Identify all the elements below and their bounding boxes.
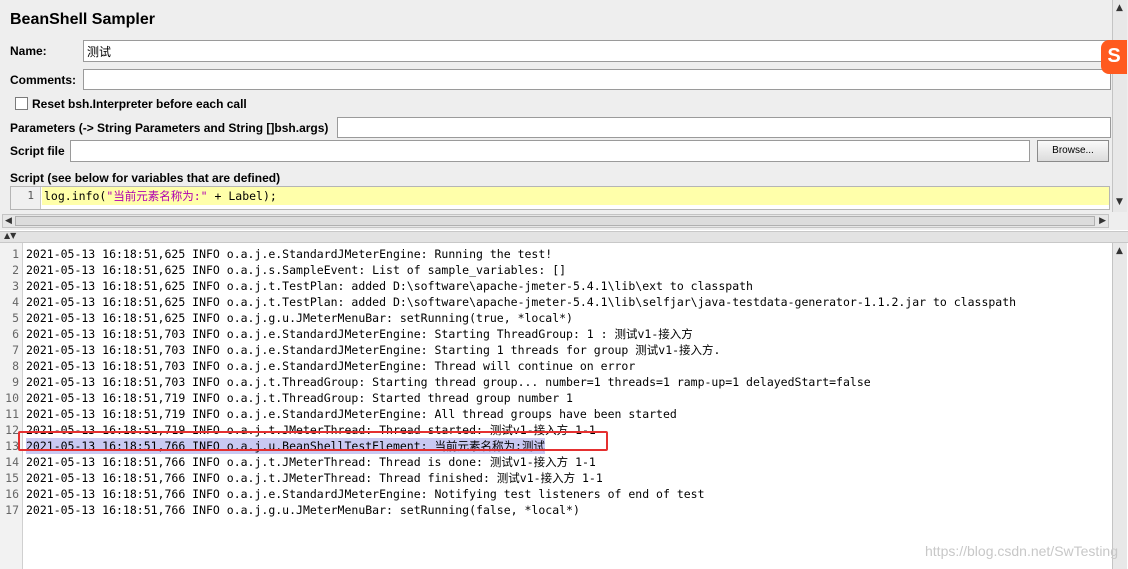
log-line-text: 2021-05-13 16:18:51,766 INFO o.a.j.t.JMe… (26, 471, 603, 485)
log-line-number: 6 (12, 327, 19, 341)
log-line-number: 14 (5, 455, 19, 469)
log-line[interactable]: 14 2021-05-13 16:18:51,766 INFO o.a.j.t.J… (0, 454, 1112, 470)
script-code-string: "当前元素名称为:" (106, 189, 208, 203)
log-line[interactable]: 6 2021-05-13 16:18:51,703 INFO o.a.j.e.St… (0, 326, 1112, 342)
log-line[interactable]: 9 2021-05-13 16:18:51,703 INFO o.a.j.t.Th… (0, 374, 1112, 390)
log-line-number: 1 (12, 247, 19, 261)
script-label: Script (see below for variables that are… (10, 171, 281, 185)
highlight-annotation (18, 431, 608, 451)
comments-label: Comments: (10, 73, 77, 87)
log-line-number: 11 (5, 407, 19, 421)
log-line-text: 2021-05-13 16:18:51,625 INFO o.a.j.t.Tes… (26, 279, 753, 293)
sogou-ime-icon[interactable]: S (1101, 40, 1127, 74)
log-line-number: 2 (12, 263, 19, 277)
log-line-number: 16 (5, 487, 19, 501)
log-line-number: 3 (12, 279, 19, 293)
script-file-input[interactable] (70, 140, 1030, 162)
log-line[interactable]: 7 2021-05-13 16:18:51,703 INFO o.a.j.e.St… (0, 342, 1112, 358)
log-line[interactable]: 10 2021-05-13 16:18:51,719 INFO o.a.j.t.T… (0, 390, 1112, 406)
name-input[interactable]: 测试 (83, 40, 1111, 62)
reset-label: Reset bsh.Interpreter before each call (32, 97, 247, 111)
script-editor[interactable]: 1 log.info("当前元素名称为:" + Label); (10, 186, 1110, 210)
log-line[interactable]: 8 2021-05-13 16:18:51,703 INFO o.a.j.e.St… (0, 358, 1112, 374)
log-line-text: 2021-05-13 16:18:51,719 INFO o.a.j.t.Thr… (26, 391, 573, 405)
log-panel: 1 2021-05-13 16:18:51,625 INFO o.a.j.e.St… (0, 243, 1112, 569)
scroll-left-icon[interactable]: ◀ (5, 215, 12, 227)
log-line[interactable]: 2 2021-05-13 16:18:51,625 INFO o.a.j.s.Sa… (0, 262, 1112, 278)
script-line[interactable]: log.info("当前元素名称为:" + Label); (42, 187, 1109, 205)
log-line-number: 5 (12, 311, 19, 325)
watermark: https://blog.csdn.net/SwTesting (925, 543, 1118, 559)
log-line-number: 7 (12, 343, 19, 357)
log-line[interactable]: 1 2021-05-13 16:18:51,625 INFO o.a.j.e.St… (0, 246, 1112, 262)
log-line-text: 2021-05-13 16:18:51,625 INFO o.a.j.s.Sam… (26, 263, 567, 277)
log-line-number: 17 (5, 503, 19, 517)
log-line[interactable]: 3 2021-05-13 16:18:51,625 INFO o.a.j.t.Te… (0, 278, 1112, 294)
log-line-number: 12 (5, 423, 19, 437)
log-line-number: 13 (5, 439, 19, 453)
log-line[interactable]: 16 2021-05-13 16:18:51,766 INFO o.a.j.e.S… (0, 486, 1112, 502)
parameters-input[interactable] (337, 117, 1111, 138)
scroll-thumb[interactable] (15, 216, 1095, 226)
log-line-text: 2021-05-13 16:18:51,625 INFO o.a.j.g.u.J… (26, 311, 573, 325)
log-line-text: 2021-05-13 16:18:51,766 INFO o.a.j.t.JMe… (26, 455, 596, 469)
log-line[interactable]: 4 2021-05-13 16:18:51,625 INFO o.a.j.t.Te… (0, 294, 1112, 310)
script-line-number: 1 (11, 187, 41, 209)
panel-title: BeanShell Sampler (10, 11, 155, 28)
log-line[interactable]: 5 2021-05-13 16:18:51,625 INFO o.a.j.g.u.… (0, 310, 1112, 326)
collapse-up-icon[interactable]: ▲▼ (4, 230, 16, 242)
parameters-label: Parameters (-> String Parameters and Str… (10, 121, 329, 135)
log-line[interactable]: 11 2021-05-13 16:18:51,719 INFO o.a.j.e.S… (0, 406, 1112, 422)
log-line-number: 10 (5, 391, 19, 405)
beanshell-sampler-panel: BeanShell Sampler Name: 测试 Comments: Res… (0, 0, 1128, 230)
log-vertical-scrollbar[interactable]: ▲ (1112, 243, 1127, 569)
script-file-label: Script file (10, 144, 65, 158)
log-line-number: 9 (12, 375, 19, 389)
script-code-suffix: + Label); (207, 189, 277, 203)
scroll-up-icon[interactable]: ▲ (1116, 2, 1123, 14)
log-line-text: 2021-05-13 16:18:51,703 INFO o.a.j.e.Sta… (26, 327, 693, 341)
log-line[interactable]: 15 2021-05-13 16:18:51,766 INFO o.a.j.t.J… (0, 470, 1112, 486)
script-code-prefix: log.info( (44, 189, 107, 203)
log-line-number: 4 (12, 295, 19, 309)
reset-checkbox[interactable] (15, 97, 28, 110)
log-scroll-up-icon[interactable]: ▲ (1116, 245, 1123, 257)
log-line-number: 15 (5, 471, 19, 485)
log-line-text: 2021-05-13 16:18:51,703 INFO o.a.j.e.Sta… (26, 359, 636, 373)
panel-vertical-scrollbar[interactable]: ▲ ▼ (1112, 0, 1127, 212)
log-line-number: 8 (12, 359, 19, 373)
log-line-text: 2021-05-13 16:18:51,703 INFO o.a.j.t.Thr… (26, 375, 871, 389)
log-line-text: 2021-05-13 16:18:51,719 INFO o.a.j.e.Sta… (26, 407, 677, 421)
log-line-text: 2021-05-13 16:18:51,625 INFO o.a.j.e.Sta… (26, 247, 553, 261)
script-horizontal-scrollbar[interactable]: ◀ ▶ (2, 214, 1109, 228)
browse-button[interactable]: Browse... (1037, 140, 1109, 162)
scroll-down-icon[interactable]: ▼ (1116, 196, 1123, 208)
comments-input[interactable] (83, 69, 1111, 90)
log-line[interactable]: 17 2021-05-13 16:18:51,766 INFO o.a.j.g.u… (0, 502, 1112, 518)
name-label: Name: (10, 44, 47, 58)
log-line-text: 2021-05-13 16:18:51,625 INFO o.a.j.t.Tes… (26, 295, 1017, 309)
scroll-right-icon[interactable]: ▶ (1099, 215, 1106, 227)
split-pane-divider[interactable]: ▲▼ (0, 231, 1128, 243)
log-line-text: 2021-05-13 16:18:51,766 INFO o.a.j.g.u.J… (26, 503, 580, 517)
log-line-text: 2021-05-13 16:18:51,766 INFO o.a.j.e.Sta… (26, 487, 705, 501)
log-line-text: 2021-05-13 16:18:51,703 INFO o.a.j.e.Sta… (26, 343, 721, 357)
